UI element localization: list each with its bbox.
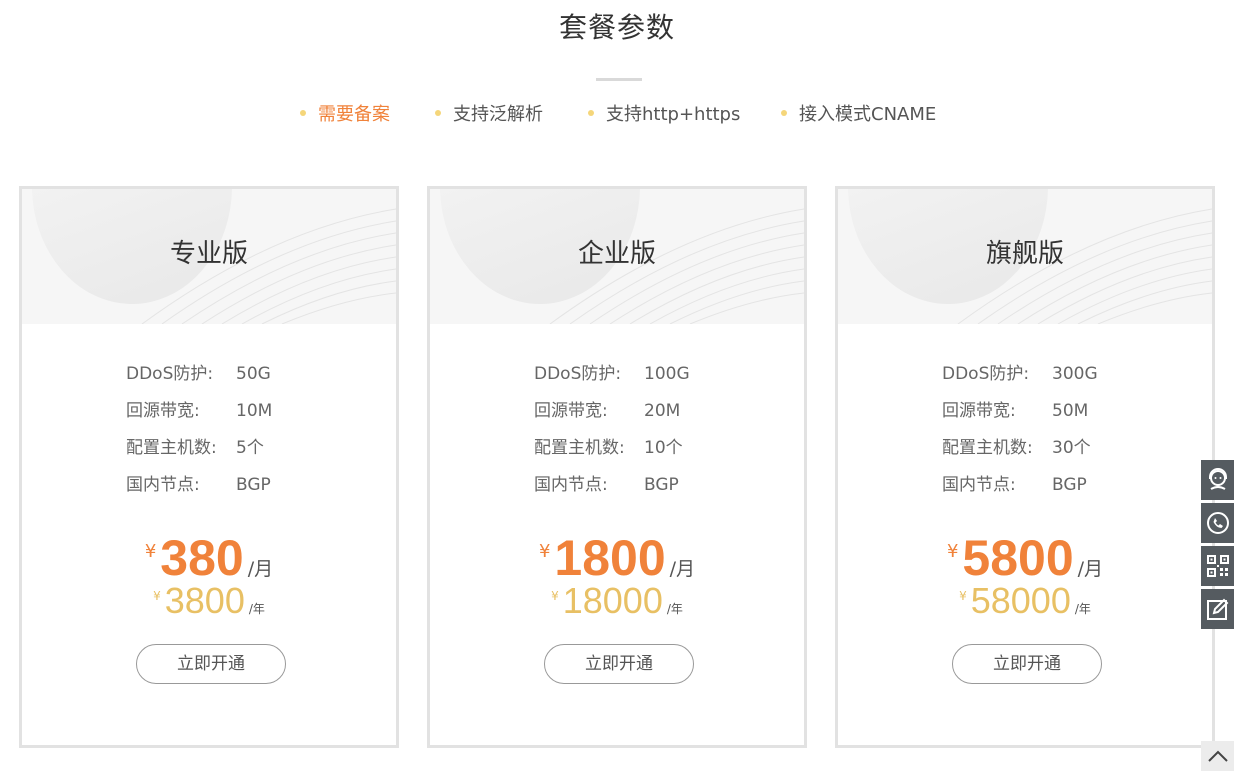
spec-ddos: DDoS防护: 100G [534,364,690,384]
back-to-top-button[interactable] [1201,741,1234,771]
feature-item-https: 支持http+https [588,101,740,129]
yearly-price: ¥3800/年 [153,580,265,621]
spec-hosts: 配置主机数: 30个 [942,438,1091,458]
plan-card-enterprise: 企业版 DDoS防护: 100G 回源带宽: 20M 配置主机数: 10个 国内节点:… [427,186,807,748]
feature-list: 需要备案 支持泛解析 支持http+https 接入模式CNAME [0,101,1234,129]
feature-item-icp: 需要备案 [300,101,390,129]
chevron-up-icon [1207,750,1228,762]
feedback-button[interactable] [1201,589,1234,629]
yearly-price: ¥58000/年 [959,580,1091,621]
spec-bandwidth: 回源带宽: 50M [942,401,1089,421]
spec-hosts: 配置主机数: 5个 [126,438,264,458]
edit-icon [1206,598,1228,620]
spec-ddos: DDoS防护: 50G [126,364,271,384]
plan-card-flagship: 旗舰版 DDoS防护: 300G 回源带宽: 50M 配置主机数: 30个 国内节点:… [835,186,1215,748]
bullet-dot-icon [588,110,594,116]
feature-item-cname: 接入模式CNAME [781,101,936,129]
feature-label: 需要备案 [318,104,390,125]
plan-name: 企业版 [577,239,656,269]
plan-card-pro: 专业版 DDoS防护: 50G 回源带宽: 10M 配置主机数: 5个 国内节点: BG… [19,186,399,748]
subscribe-button[interactable]: 立即开通 [544,644,694,684]
card-header-decoration: 企业版 [430,189,804,324]
monthly-price: ¥380/月 [144,530,274,586]
plan-name: 专业版 [169,239,248,269]
spec-nodes: 国内节点: BGP [126,475,271,495]
subscribe-button[interactable]: 立即开通 [136,644,286,684]
monthly-price: ¥5800/月 [946,530,1104,586]
feature-label: 接入模式CNAME [799,104,937,125]
spec-bandwidth: 回源带宽: 10M [126,401,273,421]
spec-nodes: 国内节点: BGP [942,475,1087,495]
spec-bandwidth: 回源带宽: 20M [534,401,681,421]
feature-item-wildcard: 支持泛解析 [435,101,543,129]
qrcode-icon [1206,555,1229,577]
plan-name: 旗舰版 [985,239,1064,269]
spec-ddos: DDoS防护: 300G [942,364,1098,384]
title-divider [596,78,642,81]
spec-hosts: 配置主机数: 10个 [534,438,683,458]
phone-icon [1206,512,1229,534]
bullet-dot-icon [435,110,441,116]
qrcode-button[interactable] [1201,546,1234,586]
bullet-dot-icon [300,110,306,116]
customer-service-button[interactable] [1201,460,1234,500]
phone-button[interactable] [1201,503,1234,543]
bullet-dot-icon [781,110,787,116]
yearly-price: ¥18000/年 [551,580,683,621]
card-header-decoration: 旗舰版 [838,189,1212,324]
spec-nodes: 国内节点: BGP [534,475,679,495]
monthly-price: ¥1800/月 [538,530,696,586]
feature-label: 支持http+https [606,104,741,125]
feature-label: 支持泛解析 [453,104,543,125]
section-title: 套餐参数 [558,11,675,44]
card-header-decoration: 专业版 [22,189,396,324]
subscribe-button[interactable]: 立即开通 [952,644,1102,684]
customer-service-icon [1208,468,1227,490]
